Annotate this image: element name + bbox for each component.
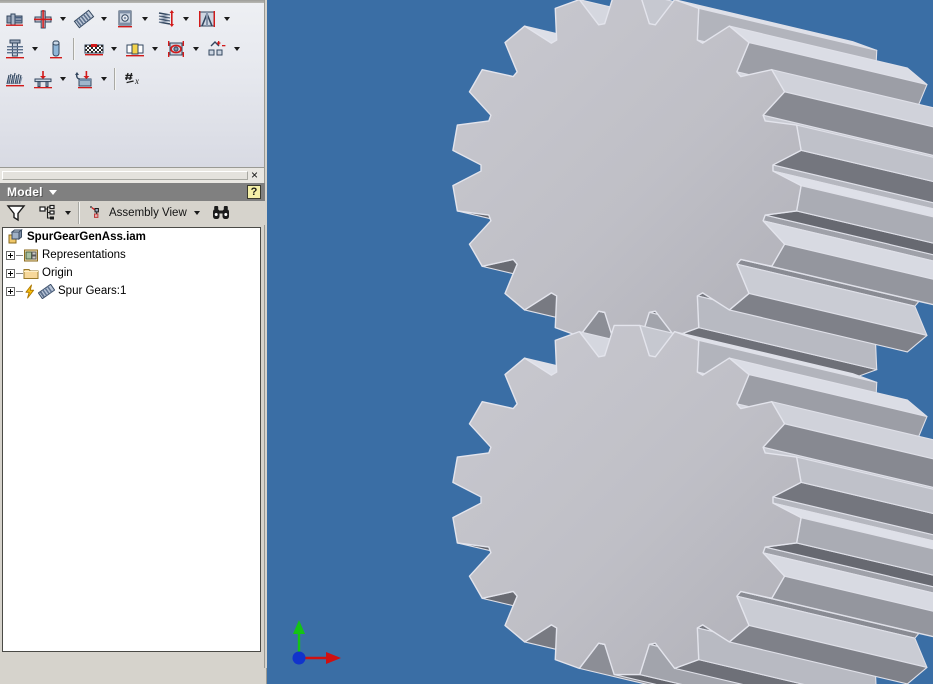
tree-item-label: Spur Gears:1 [58,285,127,297]
expand-toggle[interactable] [6,286,15,296]
toolbar-separator-2 [114,68,116,90]
worm-gear-dropdown-arrow[interactable] [97,6,110,32]
browser-toolbar: Assembly View [0,201,265,225]
tree-item-label: Origin [42,267,73,279]
tree-layout-icon[interactable] [35,202,61,224]
v-belt-dropdown-arrow[interactable] [107,36,120,62]
browser-title-bar[interactable]: Model ? [0,183,265,201]
tree-connector [16,254,23,256]
model-tree[interactable]: SpurGearGenAss.iam Representations Origi… [2,227,261,652]
3d-viewport[interactable] [267,0,933,684]
close-icon[interactable]: × [248,168,261,182]
press-fit-icon[interactable] [71,66,97,92]
panel-grip-bar[interactable] [2,171,248,180]
tree-connector [16,290,23,292]
welding-icon[interactable] [2,66,28,92]
assembly-view-selector[interactable]: Assembly View [84,202,191,224]
toolbar-row-1 [0,4,233,34]
inventor-application-window: x × Model ? Assembly View SpurGearGenAss… [0,0,933,684]
assembly-view-dropdown-arrow[interactable] [191,200,204,226]
toolbar-separator [73,38,75,60]
tree-connector [16,272,23,274]
svg-text:x: x [134,76,139,86]
design-accelerator-toolbar: x [0,0,265,168]
filter-funnel-icon[interactable] [3,202,29,224]
spur-gear-icon[interactable] [30,6,56,32]
help-button[interactable]: ? [247,185,261,199]
bolted-connection-icon[interactable] [2,36,28,62]
v-belt-icon[interactable] [81,36,107,62]
browser-toolbar-separator [78,202,80,224]
assembly-document-icon [8,229,23,244]
key-connection-dropdown-arrow[interactable] [148,36,161,62]
tree-item-assembly-root[interactable]: SpurGearGenAss.iam [3,228,260,246]
binoculars-find-icon[interactable] [208,202,234,224]
model-browser-panel: Model ? Assembly View SpurGearGenAss.iam… [0,183,265,668]
browser-layout-dropdown-arrow[interactable] [61,200,74,226]
cam-dropdown-arrow[interactable] [220,6,233,32]
bearing-dropdown-arrow[interactable] [138,6,151,32]
left-dock-column: x × Model ? Assembly View SpurGearGenAss… [0,0,267,684]
adaptive-lightning-icon [25,284,35,298]
spur-gear-dropdown-arrow[interactable] [56,6,69,32]
oring-dropdown-arrow[interactable] [189,36,202,62]
plate-joint-icon[interactable] [30,66,56,92]
tree-item-label: SpurGearGenAss.iam [27,231,146,243]
expand-toggle[interactable] [6,250,15,260]
representations-icon [24,249,38,261]
folder-icon [23,268,39,279]
bolted-connection-dropdown-arrow[interactable] [28,36,41,62]
assembly-view-label: Assembly View [109,207,187,219]
tree-item-origin[interactable]: Origin [3,264,260,282]
expand-toggle[interactable] [6,268,15,278]
key-connection-icon[interactable] [122,36,148,62]
panel-drag-strip: × [0,168,265,183]
tolerance-calc-icon[interactable] [204,36,230,62]
chevron-down-icon[interactable] [48,189,57,195]
toolbar-row-2 [0,34,243,64]
spring-icon[interactable] [153,6,179,32]
gear-assembly-scene [267,0,933,684]
worm-gear-icon[interactable] [71,6,97,32]
press-fit-dropdown-arrow[interactable] [97,66,110,92]
assembly-view-icon [90,206,99,218]
browser-bottom-filler [0,668,267,684]
pin-icon[interactable] [43,36,69,62]
shaft-generator-icon[interactable] [2,6,28,32]
parameters-icon[interactable]: x [122,66,148,92]
tolerance-calc-dropdown-arrow[interactable] [230,36,243,62]
tree-item-label: Representations [42,249,126,261]
tree-item-representations[interactable]: Representations [3,246,260,264]
plate-joint-dropdown-arrow[interactable] [56,66,69,92]
lower-spur-gear [452,324,933,684]
page-title: Model [7,185,43,199]
toolbar-row-3: x [0,64,148,94]
cam-icon[interactable] [194,6,220,32]
tree-item-spur-gears[interactable]: Spur Gears:1 [3,282,260,300]
spring-dropdown-arrow[interactable] [179,6,192,32]
bearing-icon[interactable] [112,6,138,32]
origin-marker [292,651,306,665]
oring-icon[interactable] [163,36,189,62]
spur-gear-component-icon [38,283,55,299]
